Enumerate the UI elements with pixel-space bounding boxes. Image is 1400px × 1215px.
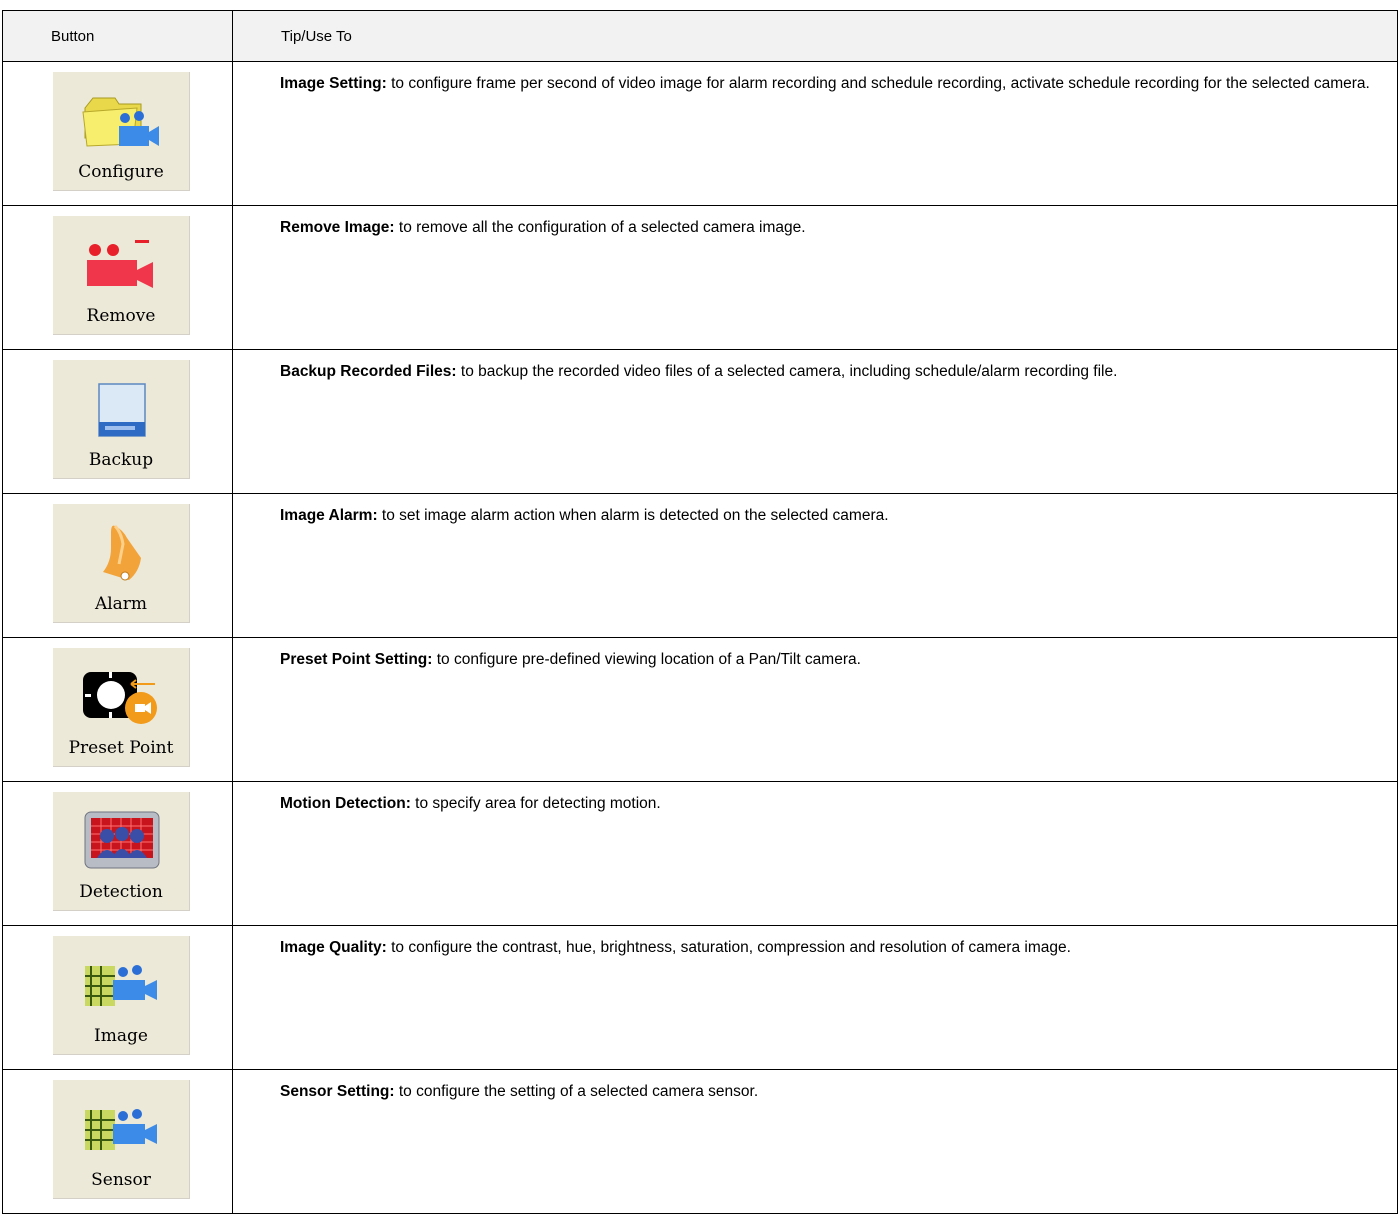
tip-title: Preset Point Setting:: [280, 651, 433, 668]
sensor-button[interactable]: Sensor: [53, 1080, 190, 1199]
table-row: Remove Remove Image: to remove all the c…: [2, 205, 1398, 350]
button-label: Image: [94, 1026, 148, 1046]
tip-title: Motion Detection:: [280, 795, 411, 812]
tip-title: Image Setting:: [280, 75, 387, 92]
table-row: Detection Motion Detection: to specify a…: [2, 781, 1398, 926]
table-row: Preset Point Preset Point Setting: to co…: [2, 637, 1398, 782]
table-row: Alarm Image Alarm: to set image alarm ac…: [2, 493, 1398, 638]
tip-text: to configure the setting of a selected c…: [394, 1083, 759, 1100]
button-label: Alarm: [94, 594, 148, 614]
tip-title: Remove Image:: [280, 219, 395, 236]
table-row: Sensor Sensor Setting: to configure the …: [2, 1069, 1398, 1214]
button-label: Configure: [78, 162, 164, 182]
backup-disk-icon: [98, 383, 146, 437]
table-header-row: Button Tip/Use To: [2, 10, 1398, 62]
remove-button[interactable]: Remove: [53, 216, 190, 335]
button-label: Preset Point: [68, 738, 174, 758]
motion-detection-icon: [84, 811, 160, 869]
tip-title: Sensor Setting:: [280, 1083, 395, 1100]
configure-button[interactable]: Configure: [53, 72, 190, 191]
tip-title: Backup Recorded Files:: [280, 363, 457, 380]
button-label: Remove: [86, 306, 156, 326]
backup-button[interactable]: Backup: [53, 360, 190, 479]
tip-title: Image Alarm:: [280, 507, 378, 524]
tip-text: to configure pre-defined viewing locatio…: [432, 651, 861, 668]
tip-title: Image Quality:: [280, 939, 387, 956]
button-label: Sensor: [91, 1170, 151, 1190]
configure-icon: [82, 97, 159, 147]
table-row: Configure Image Setting: to configure fr…: [2, 61, 1398, 206]
tip-text: to configure frame per second of video i…: [386, 75, 1370, 92]
preset-point-icon: [83, 672, 157, 724]
tip-text: to remove all the configuration of a sel…: [394, 219, 806, 236]
table-row: Backup Backup Recorded Files: to backup …: [2, 349, 1398, 494]
remove-camera-icon: [87, 240, 153, 288]
tip-text: to backup the recorded video files of a …: [456, 363, 1118, 380]
preset-point-button[interactable]: Preset Point: [53, 648, 190, 767]
header-button: Button: [2, 10, 233, 62]
alarm-button[interactable]: Alarm: [53, 504, 190, 623]
header-tip: Tip/Use To: [232, 10, 1398, 62]
alarm-bell-icon: [103, 524, 141, 581]
detection-button[interactable]: Detection: [53, 792, 190, 911]
tip-text: to specify area for detecting motion.: [410, 795, 661, 812]
tip-text: to configure the contrast, hue, brightne…: [386, 939, 1071, 956]
button-reference-table: Button Tip/Use To Configure Image Settin…: [2, 10, 1398, 1214]
image-quality-icon: [85, 965, 157, 1006]
table-row: Image Image Quality: to configure the co…: [2, 925, 1398, 1070]
sensor-icon: [85, 1109, 157, 1150]
tip-text: to set image alarm action when alarm is …: [377, 507, 889, 524]
button-label: Detection: [79, 882, 163, 902]
button-label: Backup: [88, 450, 154, 470]
image-button[interactable]: Image: [53, 936, 190, 1055]
